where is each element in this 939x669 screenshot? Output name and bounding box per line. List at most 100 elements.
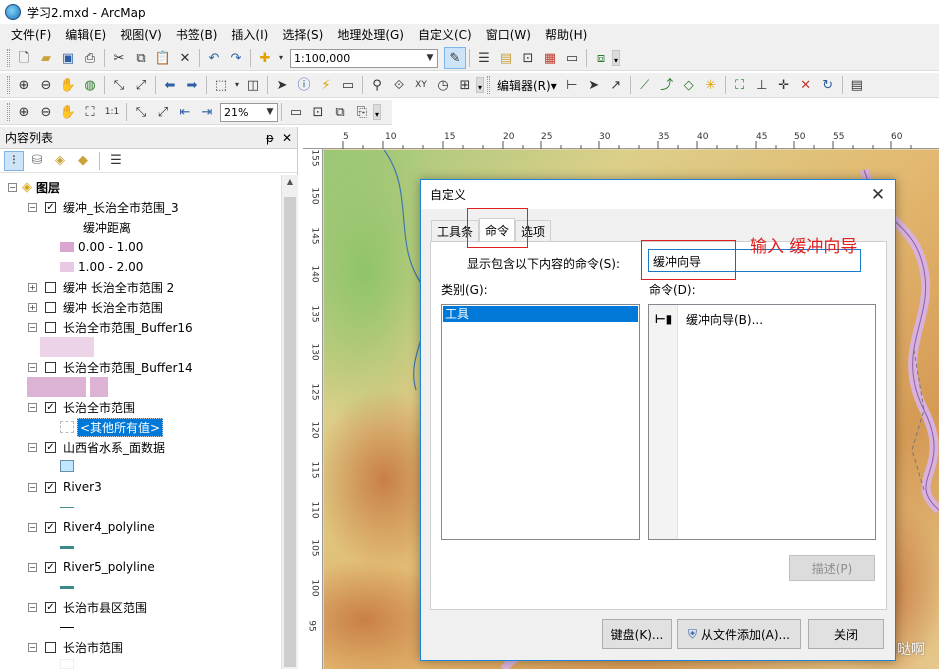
new-document-icon[interactable]: 🗋 [13, 47, 35, 69]
layer-visibility-checkbox[interactable]: ✓ [45, 201, 56, 213]
catalog-icon[interactable]: ▤ [495, 47, 517, 69]
toc-scrollbar[interactable]: ▲ [281, 175, 298, 669]
toolbar-grip[interactable] [7, 103, 10, 121]
keyboard-button[interactable]: 键盘(K)... [602, 619, 672, 649]
time-slider-icon[interactable]: ◷ [432, 74, 454, 96]
layer-row[interactable]: − 长治市范围 [28, 637, 123, 657]
expand-icon[interactable]: + [28, 302, 37, 312]
go-back-extent-icon[interactable]: ⇤ [174, 101, 196, 123]
fixed-zoom-out-icon[interactable]: ⤢ [130, 74, 152, 96]
layer-visibility-checkbox[interactable]: ✓ [45, 561, 56, 573]
collapse-icon[interactable]: − [28, 202, 37, 212]
command-list[interactable]: ⊢▮ 缓冲向导(B)... [648, 304, 876, 540]
straight-segment-icon[interactable]: ⟋ [634, 74, 656, 96]
rotate-icon[interactable]: ↻ [817, 74, 839, 96]
delete-icon[interactable]: ✕ [174, 47, 196, 69]
layer-row[interactable]: − 长治全市范围_Buffer14 [28, 357, 193, 377]
fixed-zoom-in-icon[interactable]: ⤡ [108, 74, 130, 96]
toolbar-grip[interactable] [487, 76, 490, 94]
select-features-icon[interactable]: ⬚ [210, 74, 232, 96]
menu-file[interactable]: 文件(F) [4, 24, 58, 46]
layer-visibility-checkbox[interactable]: ✓ [45, 401, 56, 413]
modelbuilder-icon[interactable]: ⧈ [590, 47, 612, 69]
collapse-icon[interactable]: − [28, 362, 37, 372]
legend-class-row[interactable]: <其他所有值> [60, 417, 164, 437]
menu-selection[interactable]: 选择(S) [275, 24, 330, 46]
expand-icon[interactable]: + [28, 282, 37, 292]
layer-visibility-checkbox[interactable]: ✓ [45, 601, 56, 613]
category-list[interactable]: 工具 [441, 304, 640, 540]
layer-visibility-checkbox[interactable] [45, 361, 56, 373]
hyperlink-lightning-icon[interactable]: ⚡ [315, 74, 337, 96]
select-elements-arrow-icon[interactable]: ➤ [271, 74, 293, 96]
end-point-arc-icon[interactable]: ⤴ [656, 74, 678, 96]
layout-zoom-out-icon[interactable]: ⊖ [35, 101, 57, 123]
attributes-icon[interactable]: ▤ [846, 74, 868, 96]
split-tool-icon[interactable]: ⊥ [751, 74, 773, 96]
pan-hand-icon[interactable]: ✋ [57, 74, 79, 96]
construction-tools-icon[interactable]: ◇ [678, 74, 700, 96]
zoom-100-percent-icon[interactable]: 1:1 [101, 101, 123, 123]
layer-visibility-checkbox[interactable] [45, 281, 56, 293]
list-by-visibility-icon[interactable]: ◈ [50, 151, 70, 171]
scroll-up-arrow-icon[interactable]: ▲ [282, 177, 298, 186]
layer-row[interactable]: − 长治全市范围_Buffer16 [28, 317, 193, 337]
add-from-file-button[interactable]: ⛨ 从文件添加(A)... [677, 619, 801, 649]
layout-zoom-in-icon[interactable]: ⊕ [13, 101, 35, 123]
layer-visibility-checkbox[interactable]: ✓ [45, 441, 56, 453]
menu-view[interactable]: 视图(V) [113, 24, 169, 46]
go-to-xy-icon[interactable]: XY [410, 74, 432, 96]
toolbar-options-dropdown[interactable]: ▾ [373, 104, 381, 120]
split-line-icon[interactable]: ✕ [795, 74, 817, 96]
list-by-source-icon[interactable]: ⛁ [27, 151, 47, 171]
edit-annotation-icon[interactable]: ➤ [583, 74, 605, 96]
menu-bookmarks[interactable]: 书签(B) [169, 24, 225, 46]
paste-icon[interactable]: 📋 [152, 47, 174, 69]
layer-row[interactable]: − ✓ 长治全市范围 [28, 397, 135, 417]
map-scale-combo[interactable]: 1:100,000 ▼ [290, 48, 438, 68]
layer-row[interactable]: − ✓ River3 [28, 477, 102, 497]
toolbar-grip[interactable] [7, 76, 10, 94]
chevron-down-icon[interactable]: ▼ [423, 53, 437, 63]
arctoolbox-icon[interactable]: ▦ [539, 47, 561, 69]
zoom-in-icon[interactable]: ⊕ [13, 74, 35, 96]
html-popup-icon[interactable]: ▭ [337, 74, 359, 96]
layer-visibility-checkbox[interactable] [45, 321, 56, 333]
redo-icon[interactable]: ↷ [225, 47, 247, 69]
edit-tool-icon[interactable]: ⊢ [561, 74, 583, 96]
menu-help[interactable]: 帮助(H) [538, 24, 594, 46]
table-of-contents-icon[interactable]: ☰ [473, 47, 495, 69]
collapse-icon[interactable]: − [8, 182, 17, 192]
cut-icon[interactable]: ✂ [108, 47, 130, 69]
select-dropdown-icon[interactable]: ▾ [232, 74, 242, 96]
collapse-icon[interactable]: − [28, 642, 37, 652]
menu-windows[interactable]: 窗口(W) [479, 24, 538, 46]
collapse-icon[interactable]: − [28, 602, 37, 612]
undo-icon[interactable]: ↶ [203, 47, 225, 69]
change-layout-icon[interactable]: ⧉ [329, 101, 351, 123]
collapse-icon[interactable]: − [28, 522, 37, 532]
point-icon[interactable]: ✳ [700, 74, 722, 96]
focus-data-frame-icon[interactable]: ⊡ [307, 101, 329, 123]
edit-vertices-icon[interactable]: ↗ [605, 74, 627, 96]
toggle-draft-mode-icon[interactable]: ▭ [285, 101, 307, 123]
clear-selection-icon[interactable]: ◫ [242, 74, 264, 96]
editor-toolbar-icon[interactable]: ✎ [444, 47, 466, 69]
toolbar-options-dropdown[interactable]: ▾ [612, 50, 620, 66]
layer-row[interactable]: − ✓ River5_polyline [28, 557, 155, 577]
reshape-icon[interactable]: ⛶ [729, 74, 751, 96]
list-by-drawing-order-icon[interactable]: ⁝ [4, 150, 24, 171]
identify-icon[interactable]: ⓘ [293, 74, 315, 96]
full-extent-globe-icon[interactable]: ◍ [79, 74, 101, 96]
collapse-icon[interactable]: − [28, 322, 37, 332]
category-item[interactable]: 工具 [443, 306, 638, 322]
layer-row[interactable]: − ✓ River4_polyline [28, 517, 155, 537]
layer-visibility-checkbox[interactable]: ✓ [45, 481, 56, 493]
scrollbar-thumb[interactable] [284, 197, 296, 667]
print-icon[interactable]: ⎙ [79, 47, 101, 69]
collapse-icon[interactable]: − [28, 482, 37, 492]
zoom-out-icon[interactable]: ⊖ [35, 74, 57, 96]
describe-button[interactable]: 描述(P) [789, 555, 875, 581]
save-icon[interactable]: ▣ [57, 47, 79, 69]
layer-visibility-checkbox[interactable] [45, 301, 56, 313]
